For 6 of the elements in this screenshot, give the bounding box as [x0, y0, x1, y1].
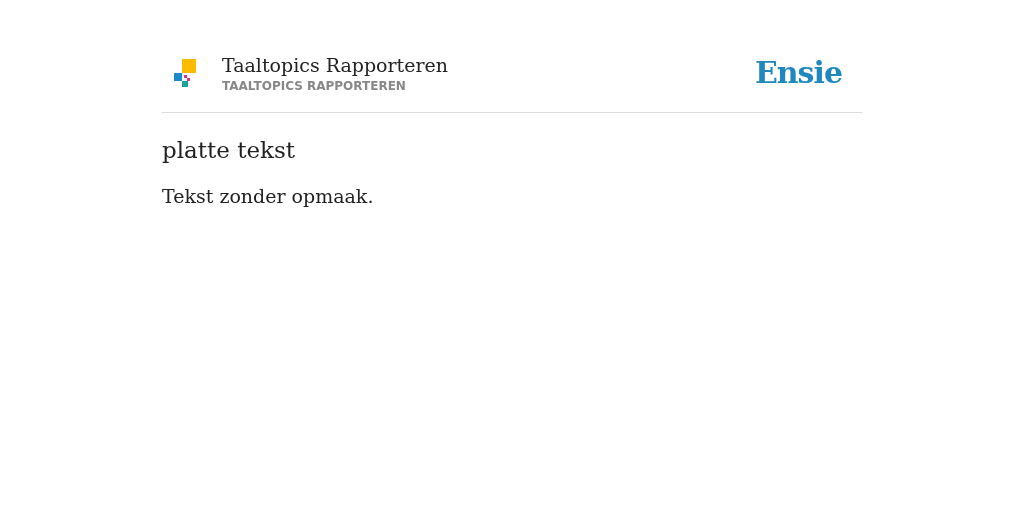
page-heading: platte tekst [162, 137, 297, 163]
logo-icon [174, 59, 196, 87]
body-text: Tekst zonder opmaak. [162, 185, 375, 207]
brand-logo[interactable]: Ensie [754, 54, 842, 90]
site-title: Taaltopics Rapporteren [222, 52, 450, 78]
site-subtitle: TAALTOPICS RAPPORTEREN [222, 78, 407, 93]
